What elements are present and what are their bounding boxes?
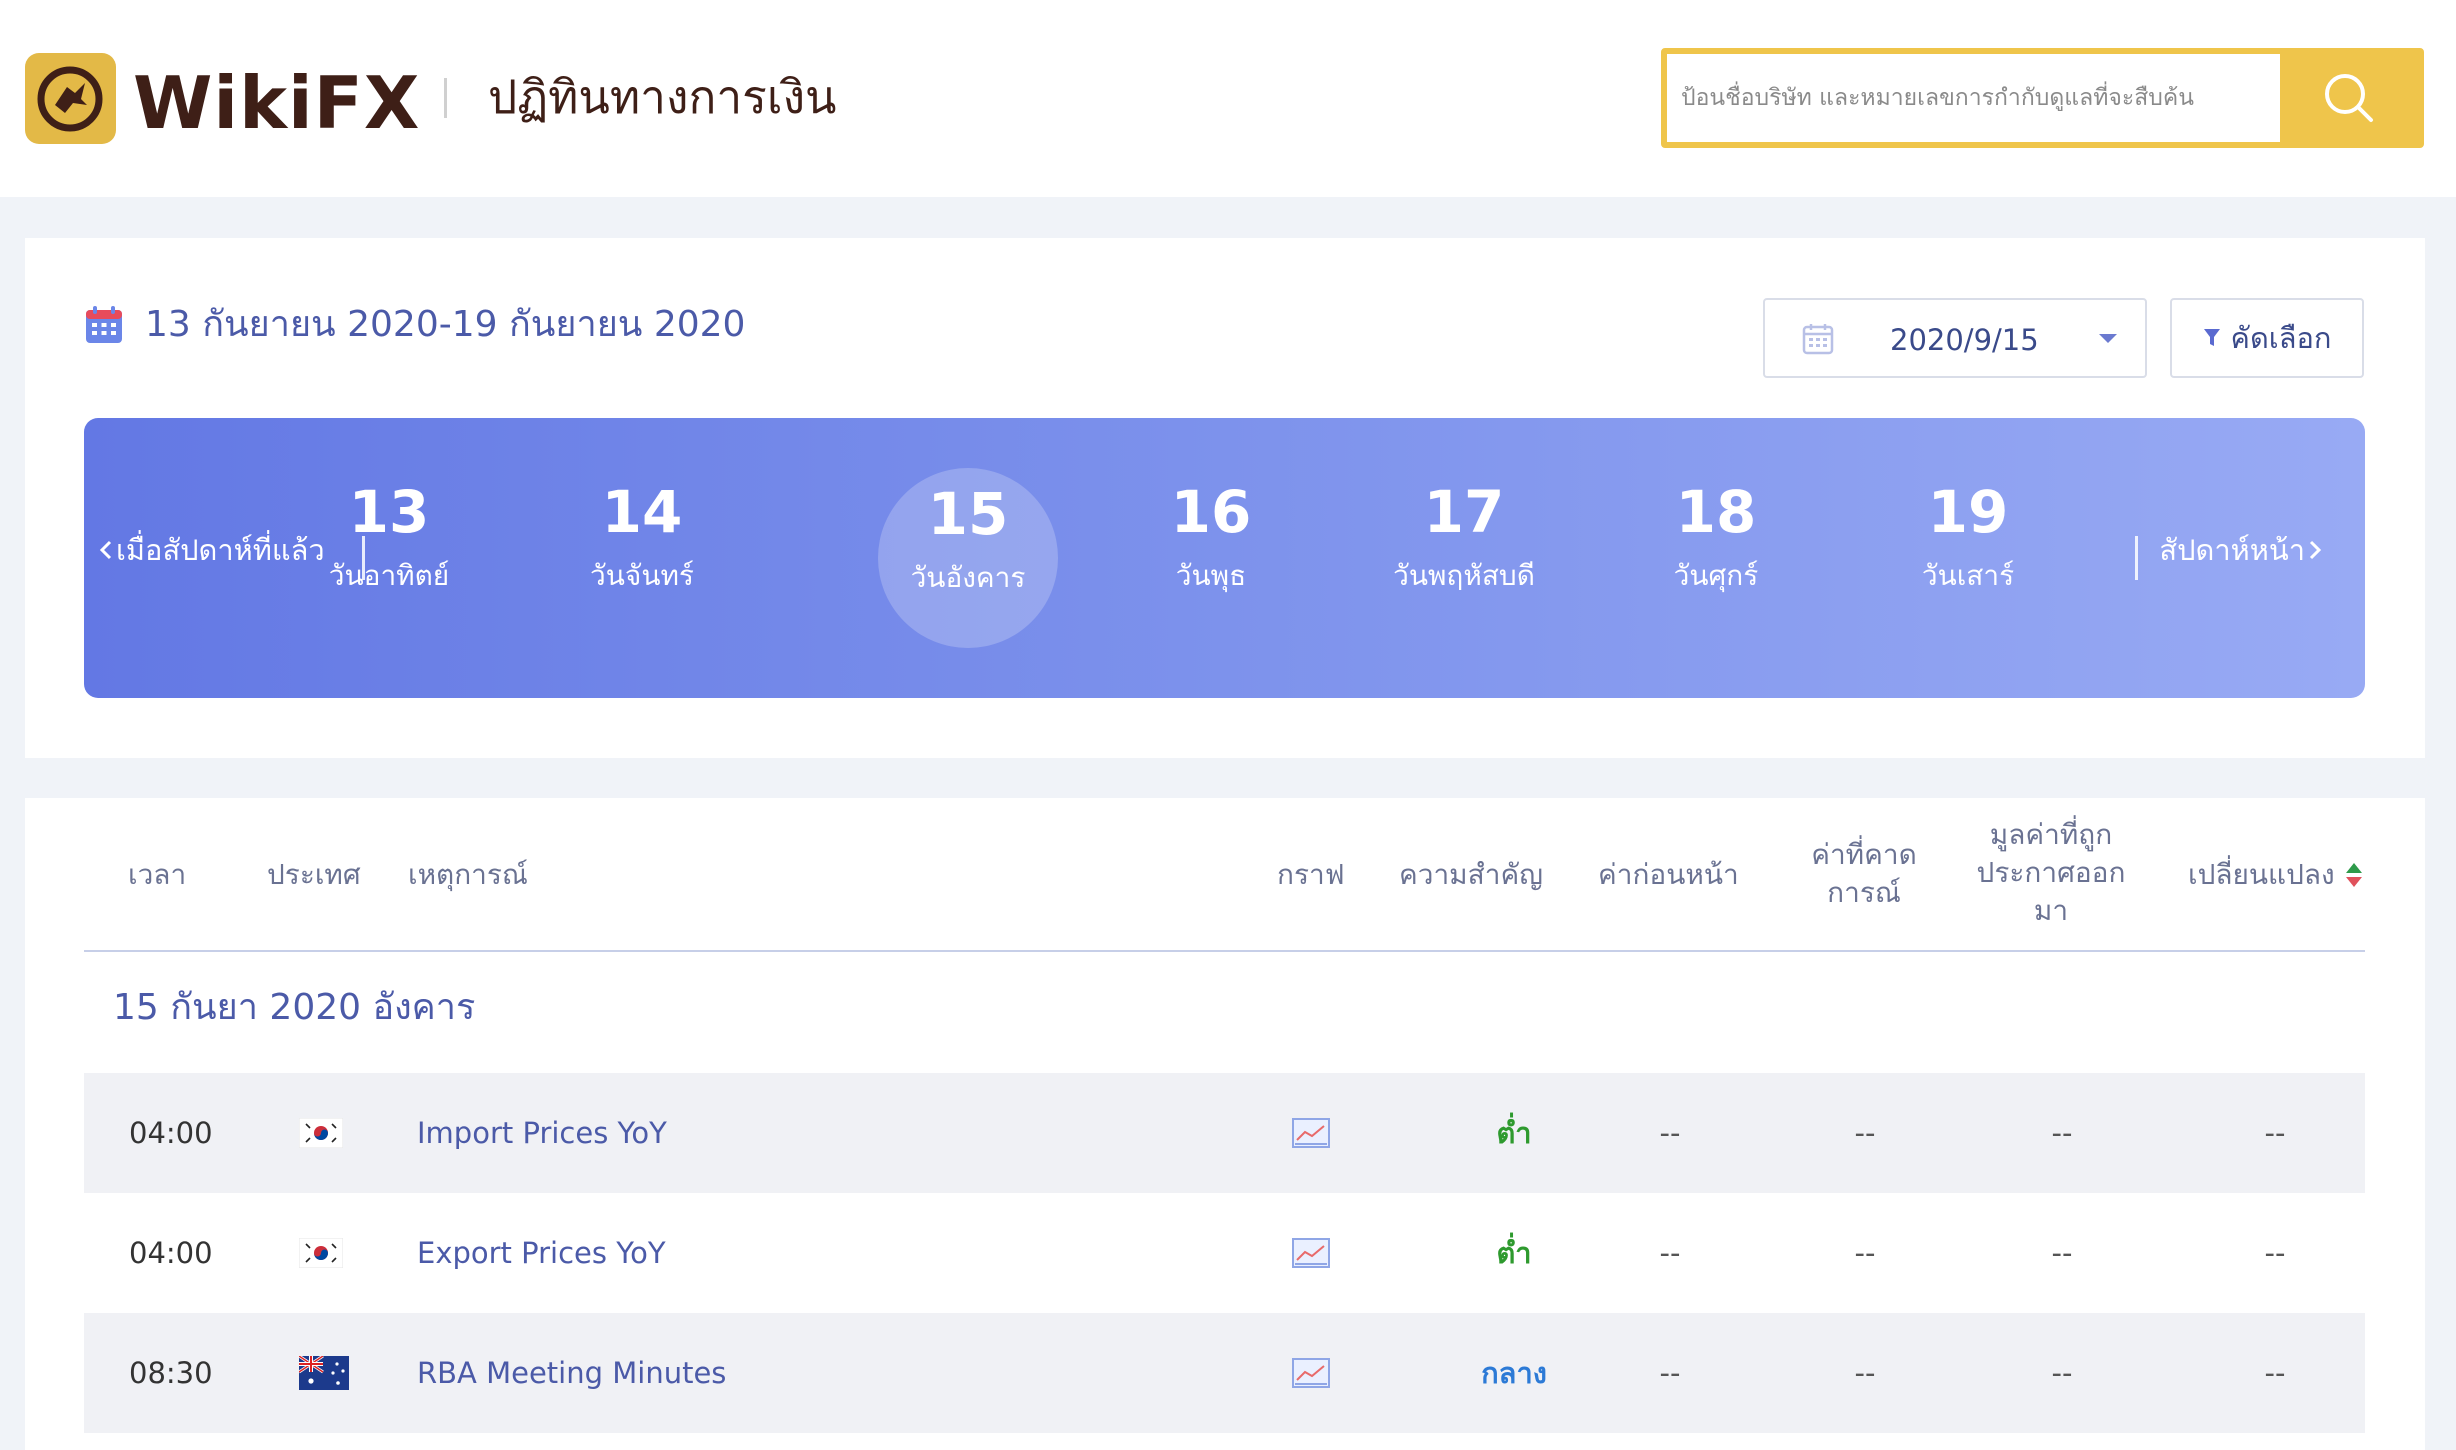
change-value: -- — [2264, 1116, 2286, 1150]
forecast-value: -- — [1854, 1356, 1876, 1390]
day-13[interactable]: 13 วันอาทิตย์ — [299, 466, 479, 646]
actual-value: -- — [2051, 1356, 2073, 1390]
australia-flag-icon — [299, 1313, 349, 1433]
day-heading: 15 กันยา 2020 อังคาร — [113, 987, 476, 1028]
day-number: 19 — [1927, 478, 2009, 546]
prev-week-label: เมื่อสัปดาห์ที่แล้ว — [116, 533, 325, 567]
previous-value: -- — [1659, 1116, 1681, 1150]
header-previous: ค่าก่อนหน้า — [1598, 858, 1739, 891]
day-15-selected[interactable]: 15 วันอังคาร — [878, 468, 1058, 648]
table-row[interactable]: 08:30 RBA Meeting Minutes กลาง -- -- -- … — [84, 1313, 2365, 1433]
change-value: -- — [2264, 1236, 2286, 1270]
header-change[interactable]: เปลี่ยนแปลง — [2188, 856, 2365, 894]
day-17[interactable]: 17 วันพฤหัสบดี — [1354, 466, 1574, 646]
previous-value: -- — [1659, 1236, 1681, 1270]
header-importance: ความสำคัญ — [1399, 858, 1544, 891]
week-day-selector: เมื่อสัปดาห์ที่แล้ว 13 วันอาทิตย์ 14 วัน… — [84, 418, 2365, 698]
chart-icon[interactable] — [1292, 1193, 1330, 1313]
importance-badge: กลาง — [1481, 1356, 1547, 1390]
events-table-card: เวลา ประเทศ เหตุการณ์ กราฟ ความสำคัญ ค่า… — [25, 798, 2425, 1450]
next-week-label: สัปดาห์หน้า — [2159, 533, 2305, 567]
sort-icon — [2345, 863, 2362, 887]
filter-label: คัดเลือก — [2230, 321, 2332, 355]
event-time: 04:00 — [129, 1116, 213, 1150]
filter-icon — [2203, 329, 2220, 346]
table-row[interactable]: 04:00 Export Prices YoY ต่ำ -- -- -- -- — [84, 1193, 2365, 1313]
event-name[interactable]: Import Prices YoY — [417, 1073, 667, 1193]
event-name[interactable]: RBA Meeting Minutes — [417, 1313, 726, 1433]
forecast-value: -- — [1854, 1116, 1876, 1150]
forecast-value: -- — [1854, 1236, 1876, 1270]
date-picker-value: 2020/9/15 — [1890, 323, 2039, 357]
page-title: ปฏิทินทางการเงิน — [488, 70, 837, 124]
header-event: เหตุการณ์ — [408, 858, 528, 891]
day-name: วันศุกร์ — [1673, 559, 1759, 592]
header-divider — [444, 78, 447, 118]
header-forecast: ค่าที่คาด การณ์ — [1784, 836, 1944, 912]
day-16[interactable]: 16 วันพุธ — [1121, 466, 1301, 646]
week-calendar-card: 13 กันยายน 2020-19 กันยายน 2020 2020/9/1… — [25, 238, 2425, 758]
date-picker[interactable]: 2020/9/15 — [1763, 298, 2147, 378]
day-number: 17 — [1423, 478, 1505, 546]
search-box — [1661, 48, 2424, 148]
day-name: วันจันทร์ — [590, 559, 694, 592]
day-19[interactable]: 19 วันเสาร์ — [1878, 466, 2058, 646]
day-name: วันพฤหัสบดี — [1393, 559, 1535, 592]
header-actual-line2: ประกาศออก — [1976, 856, 2126, 889]
header-forecast-line1: ค่าที่คาด — [1811, 838, 1917, 871]
header-chart: กราฟ — [1277, 858, 1345, 891]
header-actual: มูลค่าที่ถูก ประกาศออก มา — [1966, 816, 2136, 930]
chevron-left-icon — [99, 540, 112, 560]
logo-text[interactable]: WikiFX — [133, 58, 420, 148]
day-name: วันพุธ — [1175, 559, 1247, 592]
date-picker-calendar-icon — [1802, 324, 1834, 355]
caret-down-icon — [2099, 334, 2117, 343]
change-value: -- — [2264, 1356, 2286, 1390]
week-range: 13 กันยายน 2020-19 กันยายน 2020 — [83, 300, 745, 350]
day-18[interactable]: 18 วันศุกร์ — [1626, 466, 1806, 646]
day-name: วันอังคาร — [910, 561, 1026, 594]
day-number: 13 — [348, 478, 430, 546]
chart-icon[interactable] — [1292, 1073, 1330, 1193]
calendar-icon — [86, 306, 122, 343]
header-time: เวลา — [128, 858, 187, 891]
day-number: 18 — [1675, 478, 1757, 546]
top-header: WikiFX ปฏิทินทางการเงิน — [0, 0, 2456, 197]
day-name: วันเสาร์ — [1921, 559, 2015, 592]
wikifx-logo-icon[interactable] — [25, 53, 116, 144]
chevron-right-icon — [2309, 540, 2322, 560]
search-input[interactable] — [1681, 66, 2281, 130]
header-actual-line1: มูลค่าที่ถูก — [1989, 818, 2113, 851]
filter-button[interactable]: คัดเลือก — [2170, 298, 2364, 378]
importance-badge: ต่ำ — [1496, 1236, 1532, 1270]
actual-value: -- — [2051, 1116, 2073, 1150]
header-actual-line3: มา — [2033, 894, 2069, 927]
actual-value: -- — [2051, 1236, 2073, 1270]
day-number: 14 — [601, 478, 683, 546]
search-icon — [2325, 74, 2373, 122]
header-change-label: เปลี่ยนแปลง — [2188, 858, 2335, 891]
day-number: 16 — [1170, 478, 1252, 546]
day-14[interactable]: 14 วันจันทร์ — [552, 466, 732, 646]
header-forecast-line2: การณ์ — [1827, 876, 1901, 909]
table-row[interactable]: 04:00 Import Prices YoY ต่ำ -- -- -- -- — [84, 1073, 2365, 1193]
event-name[interactable]: Export Prices YoY — [417, 1193, 666, 1313]
event-time: 08:30 — [129, 1356, 213, 1390]
prev-week-button[interactable]: เมื่อสัปดาห์ที่แล้ว — [96, 530, 325, 570]
nav-divider-right — [2135, 536, 2138, 580]
next-week-button[interactable]: สัปดาห์หน้า — [2159, 530, 2325, 570]
day-name: วันอาทิตย์ — [328, 559, 450, 592]
south-korea-flag-icon — [299, 1193, 343, 1313]
importance-badge: ต่ำ — [1496, 1116, 1532, 1150]
search-button[interactable] — [2280, 54, 2418, 142]
previous-value: -- — [1659, 1356, 1681, 1390]
day-number: 15 — [927, 480, 1009, 548]
header-country: ประเทศ — [267, 858, 361, 891]
event-time: 04:00 — [129, 1236, 213, 1270]
chart-icon[interactable] — [1292, 1313, 1330, 1433]
week-range-text: 13 กันยายน 2020-19 กันยายน 2020 — [145, 304, 746, 345]
south-korea-flag-icon — [299, 1073, 343, 1193]
table-header: เวลา ประเทศ เหตุการณ์ กราฟ ความสำคัญ ค่า… — [84, 798, 2365, 952]
